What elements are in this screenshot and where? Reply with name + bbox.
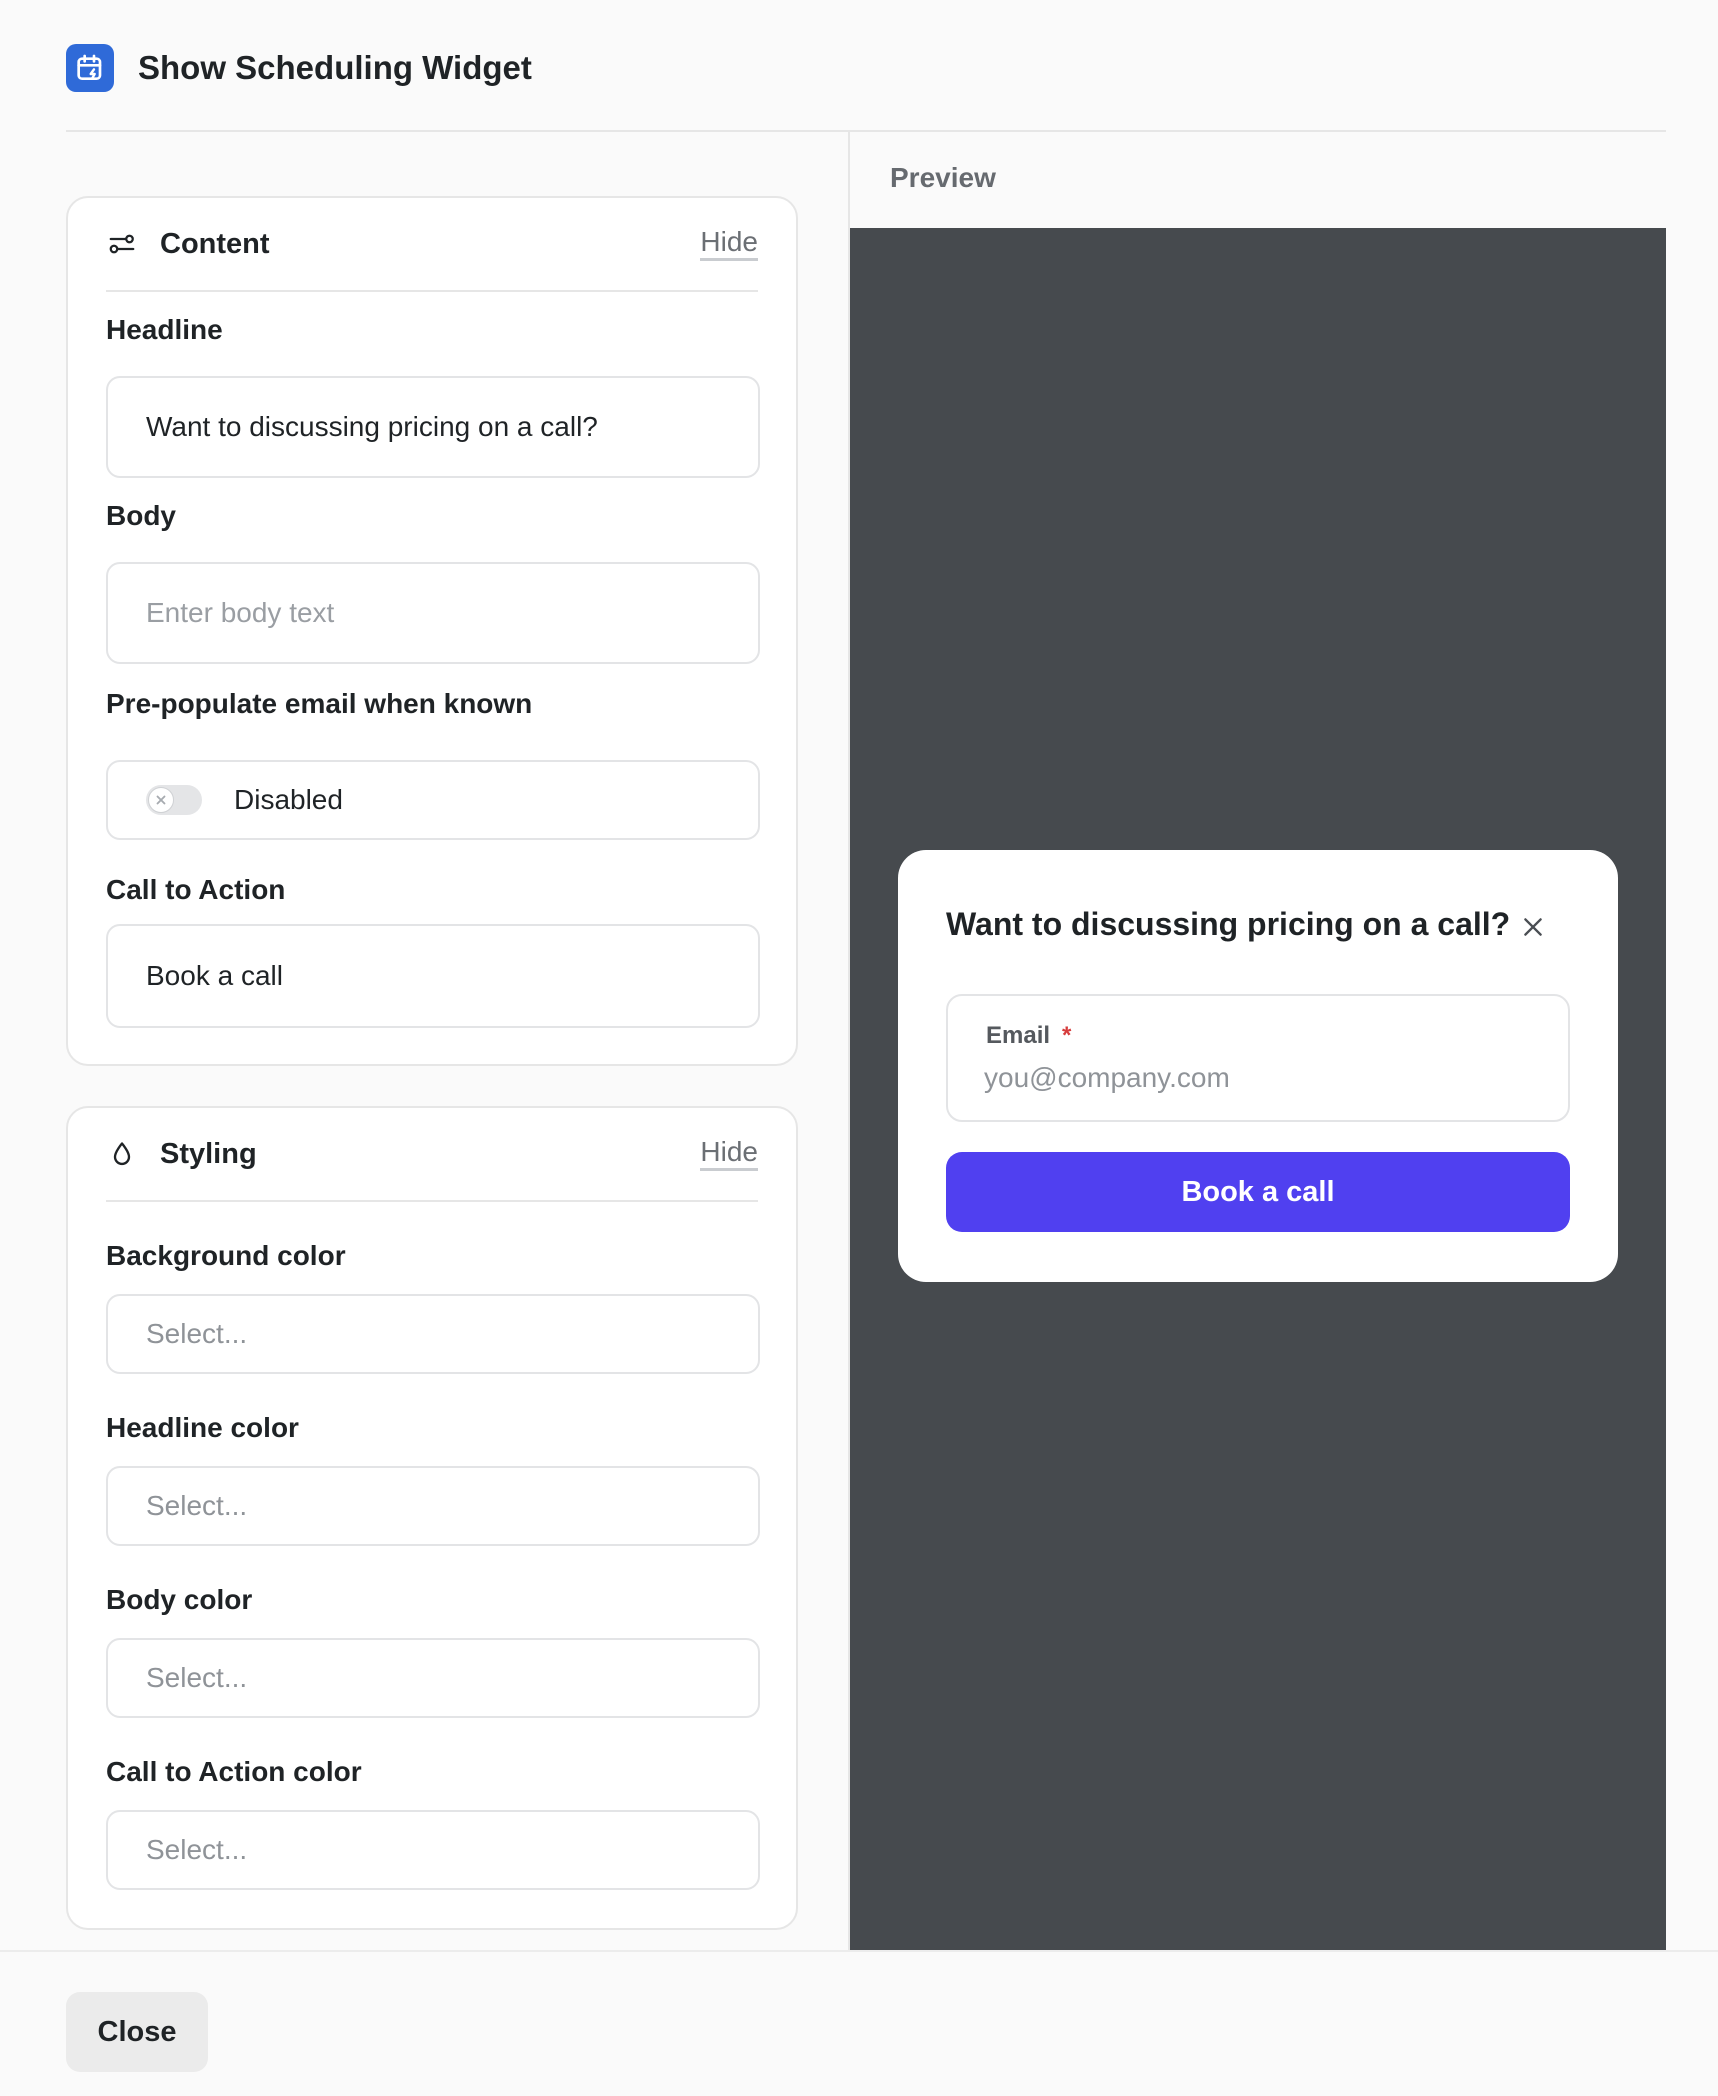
styling-section-title: Styling [160, 1137, 257, 1170]
preview-area: Want to discussing pricing on a call? Em… [850, 228, 1666, 1950]
body-input[interactable] [106, 562, 760, 664]
cta-color-label: Call to Action color [106, 1756, 362, 1787]
styling-section: Styling Hide Background color Select... … [66, 1106, 798, 1930]
cta-color-select[interactable]: Select... [106, 1810, 760, 1890]
toggle-off-x-icon [148, 787, 174, 813]
prepopulate-email-label: Pre-populate email when known [106, 688, 533, 719]
sliders-icon [106, 228, 138, 260]
preview-email-input[interactable] [984, 1058, 1524, 1098]
close-icon[interactable] [1516, 910, 1550, 944]
cta-label: Call to Action [106, 874, 286, 905]
email-label-text: Email [986, 1022, 1051, 1049]
preview-widget-modal: Want to discussing pricing on a call? Em… [898, 850, 1618, 1282]
dialog-header: Show Scheduling Widget [66, 40, 532, 96]
content-hide-link[interactable]: Hide [700, 226, 758, 262]
prepopulate-email-field: Disabled [106, 760, 760, 840]
close-button[interactable]: Close [66, 1992, 208, 2072]
required-marker: * [1062, 1022, 1072, 1049]
preview-email-field: Email * [946, 994, 1570, 1122]
body-label: Body [106, 500, 176, 531]
styling-section-header: Styling Hide [106, 1108, 758, 1202]
body-color-select[interactable]: Select... [106, 1638, 760, 1718]
headline-label: Headline [106, 314, 223, 345]
headline-color-label: Headline color [106, 1412, 299, 1443]
prepopulate-email-state: Disabled [234, 784, 343, 815]
content-section-title: Content [160, 227, 270, 260]
header-divider [66, 130, 1666, 132]
preview-label: Preview [890, 162, 996, 193]
cta-input[interactable] [106, 924, 760, 1028]
styling-hide-link[interactable]: Hide [700, 1136, 758, 1172]
background-color-select[interactable]: Select... [106, 1294, 760, 1374]
droplet-icon [106, 1138, 138, 1170]
background-color-label: Background color [106, 1240, 346, 1271]
preview-book-call-button[interactable]: Book a call [946, 1152, 1570, 1232]
scheduling-widget-dialog: Show Scheduling Widget Content Hide Head… [0, 0, 1718, 2096]
dialog-title: Show Scheduling Widget [138, 49, 532, 86]
footer-divider [0, 1950, 1718, 1952]
preview-widget-title: Want to discussing pricing on a call? [946, 906, 1511, 942]
preview-email-label: Email * [986, 1022, 1071, 1050]
body-color-label: Body color [106, 1584, 253, 1615]
headline-color-select[interactable]: Select... [106, 1466, 760, 1546]
prepopulate-email-toggle[interactable] [146, 785, 202, 815]
headline-input[interactable] [106, 376, 760, 478]
calendar-bolt-icon [66, 44, 114, 92]
content-section-header: Content Hide [106, 198, 758, 292]
content-section: Content Hide Headline Body Pre-populate … [66, 196, 798, 1066]
